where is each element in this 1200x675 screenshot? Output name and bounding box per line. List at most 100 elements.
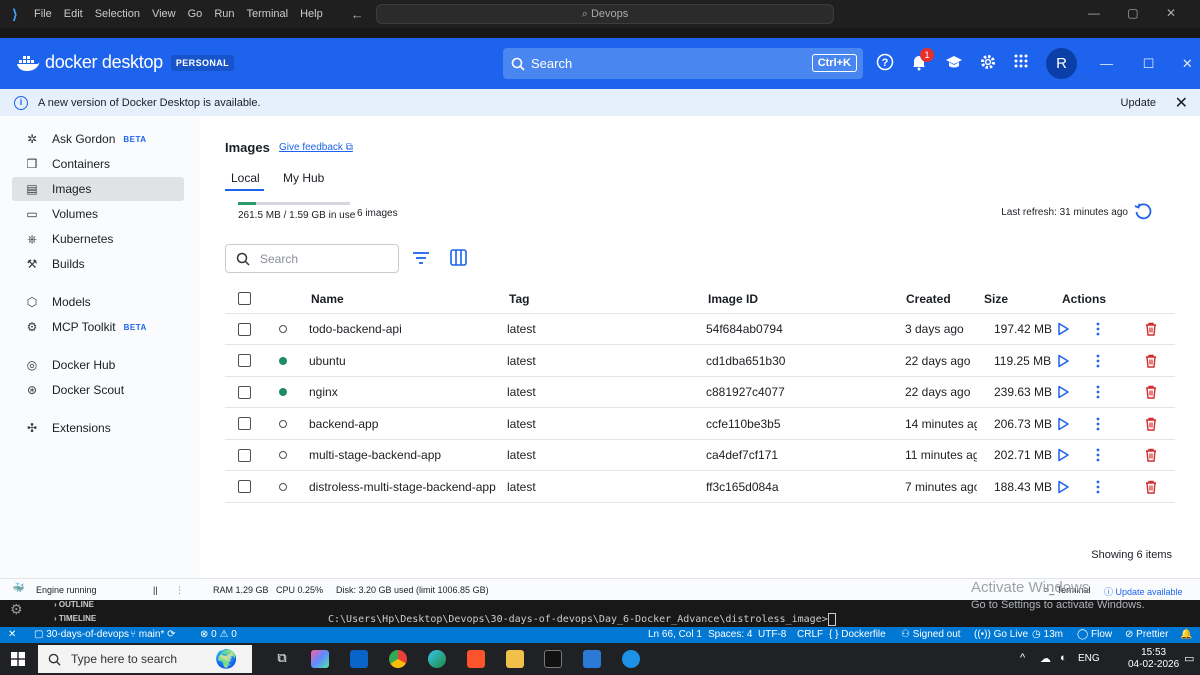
docker-window-controls[interactable]: — ☐ ✕ (1100, 56, 1193, 72)
run-play-icon[interactable] (1056, 385, 1070, 399)
column-name[interactable]: Name (311, 284, 344, 313)
weather-globe-icon[interactable]: 🌍 (215, 649, 237, 670)
settings-gear-icon[interactable] (978, 53, 998, 73)
column-tag[interactable]: Tag (509, 284, 529, 313)
go-live-button[interactable]: ((•)) Go Live (974, 629, 1028, 640)
table-row[interactable]: backend-app latest ccfe110be3b5 14 minutes … (225, 409, 1175, 440)
vscode-app-icon[interactable] (583, 650, 601, 668)
encoding[interactable]: UTF-8 (758, 629, 786, 640)
sidebar-item-docker-scout[interactable]: ⊛ Docker Scout (12, 378, 184, 402)
give-feedback-link[interactable]: Give feedback ⧉ (279, 142, 353, 153)
image-search-box[interactable] (225, 244, 399, 273)
line-ending[interactable]: CRLF (797, 629, 823, 640)
account-status[interactable]: ⚇ Signed out (901, 629, 961, 640)
pause-icon[interactable]: || (153, 585, 158, 595)
more-options-icon[interactable] (1091, 322, 1105, 336)
indentation[interactable]: Spaces: 4 (708, 629, 752, 640)
window-controls[interactable]: — ▢ ✕ (1088, 6, 1188, 20)
cursor-position[interactable]: Ln 66, Col 1 (648, 629, 702, 640)
sidebar-item-builds[interactable]: ⚒ Builds (12, 252, 184, 276)
image-name[interactable]: todo-backend-api (309, 314, 499, 344)
sidebar-item-volumes[interactable]: ▭ Volumes (12, 202, 184, 226)
delete-trash-icon[interactable] (1144, 322, 1158, 336)
user-avatar[interactable]: R (1046, 48, 1077, 79)
table-row[interactable]: distroless-multi-stage-backend-app latest… (225, 472, 1175, 503)
delete-trash-icon[interactable] (1144, 385, 1158, 399)
row-checkbox[interactable] (238, 346, 251, 376)
remote-indicator[interactable]: ✕ (8, 629, 16, 640)
tab-my-hub[interactable]: My Hub (283, 171, 324, 185)
image-name[interactable]: multi-stage-backend-app (309, 440, 499, 470)
flow-status[interactable]: ◯ Flow (1077, 629, 1112, 640)
learning-center-icon[interactable] (944, 53, 964, 73)
table-row[interactable]: todo-backend-api latest 54f684ab0794 3 days… (225, 314, 1175, 345)
update-available-link[interactable]: ⓘ Update available (1104, 585, 1183, 598)
more-options-icon[interactable] (1091, 480, 1105, 494)
vscode-logo-icon[interactable]: ⟩ (0, 6, 30, 23)
delete-trash-icon[interactable] (1144, 480, 1158, 494)
tray-network-icon[interactable]: ☁ (1040, 652, 1051, 665)
image-id[interactable]: ca4def7cf171 (706, 440, 778, 470)
more-options-icon[interactable] (1091, 385, 1105, 399)
image-id[interactable]: cd1dba651b30 (706, 346, 785, 376)
row-checkbox[interactable] (238, 472, 251, 502)
sidebar-item-containers[interactable]: ❒ Containers (12, 152, 184, 176)
run-play-icon[interactable] (1056, 354, 1070, 368)
delete-trash-icon[interactable] (1144, 448, 1158, 462)
prettier-status[interactable]: ⊘ Prettier (1125, 629, 1168, 640)
sidebar-item-ask-gordon[interactable]: ✲ Ask Gordon BETA (12, 127, 184, 151)
delete-trash-icon[interactable] (1144, 354, 1158, 368)
menu-file[interactable]: File (34, 8, 52, 20)
tray-volume-icon[interactable]: ◐ (1060, 652, 1067, 664)
more-options-icon[interactable] (1091, 354, 1105, 368)
timer[interactable]: ◷ 13m (1032, 629, 1063, 640)
taskbar-search[interactable]: Type here to search 🌍 (38, 645, 252, 673)
sidebar-item-mcp-toolkit[interactable]: ⚙ MCP Toolkit BETA (12, 315, 184, 339)
image-id[interactable]: c881927c4077 (706, 377, 785, 407)
problems-count[interactable]: ⊗ 0 ⚠ 0 (200, 629, 237, 640)
table-row[interactable]: nginx latest c881927c4077 22 days ago 239.63… (225, 377, 1175, 408)
close-banner-icon[interactable]: ✕ (1175, 93, 1188, 113)
notifications-bell-icon[interactable]: 🔔 (1180, 629, 1192, 640)
run-play-icon[interactable] (1056, 480, 1070, 494)
outline-section[interactable]: › OUTLINE (54, 600, 94, 609)
table-row[interactable]: ubuntu latest cd1dba651b30 22 days ago 119.2… (225, 346, 1175, 377)
run-play-icon[interactable] (1056, 417, 1070, 431)
menu-view[interactable]: View (152, 8, 176, 20)
image-search-input[interactable] (260, 251, 380, 266)
command-center[interactable]: ⌕ Devops (376, 4, 834, 24)
image-name[interactable]: ubuntu (309, 346, 499, 376)
image-id[interactable]: 54f684ab0794 (706, 314, 783, 344)
refresh-icon[interactable] (1134, 202, 1152, 220)
run-play-icon[interactable] (1056, 322, 1070, 336)
more-options-icon[interactable] (1091, 417, 1105, 431)
menu-run[interactable]: Run (214, 8, 234, 20)
sidebar-item-models[interactable]: ⬡ Models (12, 290, 184, 314)
menu-help[interactable]: Help (300, 8, 323, 20)
minimize-icon[interactable]: — (1100, 56, 1113, 71)
language-mode[interactable]: { } Dockerfile (829, 629, 886, 640)
manage-gear-icon[interactable]: ⚙ (10, 602, 23, 618)
brave-icon[interactable] (467, 650, 485, 668)
image-name[interactable]: backend-app (309, 409, 499, 439)
image-id[interactable]: ccfe110be3b5 (706, 409, 781, 439)
repo-name[interactable]: ▢ 30-days-of-devops (34, 629, 129, 640)
update-link[interactable]: Update (1121, 97, 1156, 109)
run-play-icon[interactable] (1056, 448, 1070, 462)
timeline-section[interactable]: › TIMELINE (54, 614, 96, 623)
windows-start-icon[interactable] (11, 652, 25, 666)
engine-status[interactable]: Engine running (36, 585, 97, 595)
menu-selection[interactable]: Selection (95, 8, 140, 20)
notification-center-icon[interactable]: ▭ (1184, 652, 1194, 665)
outlook-icon[interactable] (350, 650, 368, 668)
maximize-icon[interactable]: ☐ (1143, 56, 1155, 71)
image-id[interactable]: ff3c165d084a (706, 472, 779, 502)
columns-icon[interactable] (450, 249, 467, 266)
copilot-icon[interactable] (311, 650, 329, 668)
menu-go[interactable]: Go (188, 8, 203, 20)
menu-edit[interactable]: Edit (64, 8, 83, 20)
image-name[interactable]: distroless-multi-stage-backend-app (309, 472, 499, 502)
edge-icon[interactable] (428, 650, 446, 668)
column-size[interactable]: Size (984, 284, 1008, 313)
taskbar-clock[interactable]: 15:53 04-02-2026 (1128, 647, 1179, 671)
